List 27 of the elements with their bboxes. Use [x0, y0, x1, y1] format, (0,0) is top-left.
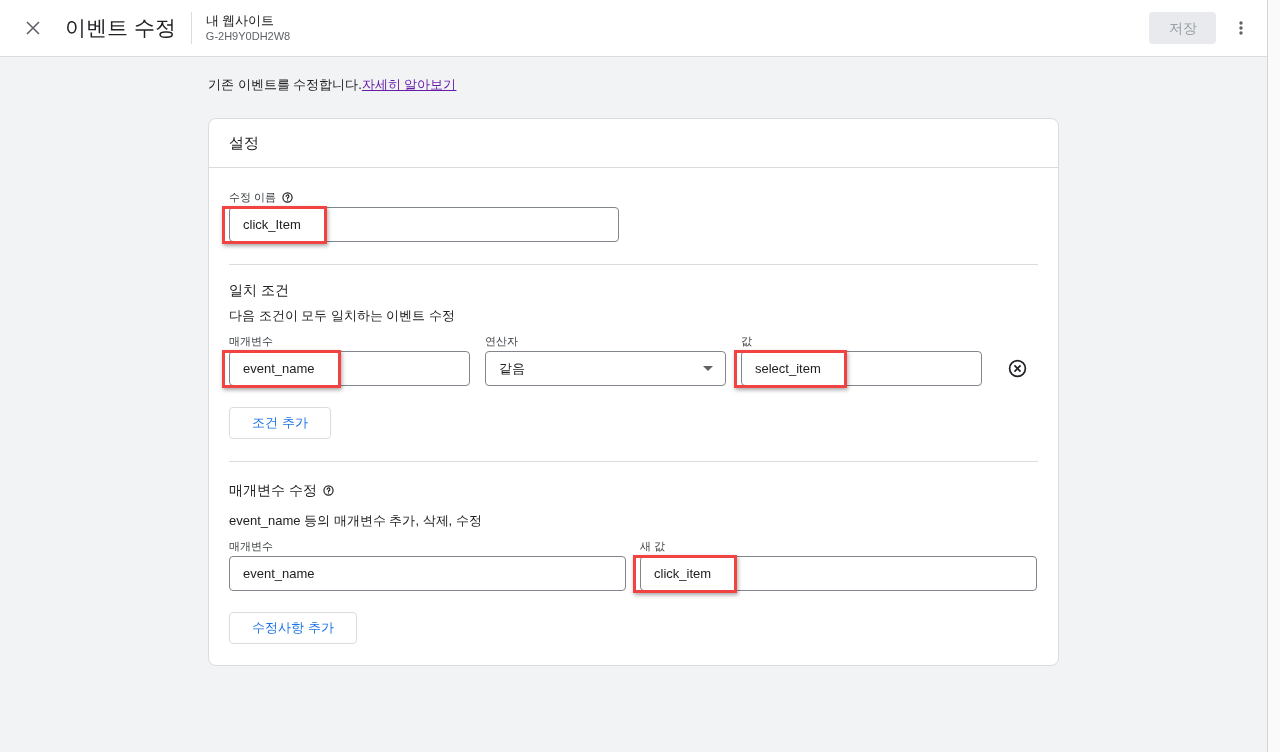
page-title: 이벤트 수정 — [65, 15, 176, 41]
remove-circle-icon — [1007, 358, 1027, 378]
field-label: 매개변수 — [229, 334, 273, 348]
field-label: 매개변수 — [229, 539, 273, 553]
field-label: 수정 이름 — [229, 190, 277, 204]
field-label: 연산자 — [485, 334, 518, 348]
card-title: 설정 — [229, 133, 259, 153]
remove-condition-button[interactable] — [1007, 358, 1027, 378]
learn-more-link[interactable]: 자세히 알아보기 — [361, 77, 457, 92]
property-id: G-2H9Y0DH2W8 — [205, 29, 291, 44]
add-button[interactable]: 수정사항 추가 — [229, 612, 357, 644]
intro-text: 기존 이벤트를 수정합니다.자세히 알아보기 — [208, 76, 457, 94]
field-label: 값 — [741, 334, 752, 348]
help-icon[interactable] — [282, 191, 294, 203]
section-title: 매개변수 수정 — [229, 481, 317, 500]
help-icon[interactable] — [322, 484, 334, 496]
select-field[interactable]: 같음 — [485, 351, 726, 386]
property-name: 내 웹사이트 — [205, 12, 275, 29]
more-vertical-icon — [1239, 21, 1243, 35]
field-label: 새 값 — [640, 539, 666, 553]
input-field[interactable]: event_name — [229, 556, 626, 591]
section-description: event_name 등의 매개변수 추가, 삭제, 수정 — [229, 512, 482, 530]
section-title: 일치 조건 — [229, 281, 289, 300]
add-button[interactable]: 조건 추가 — [229, 407, 331, 439]
caret-icon — [703, 366, 713, 371]
close-icon — [26, 21, 40, 35]
section-description: 다음 조건이 모두 일치하는 이벤트 수정 — [229, 307, 456, 325]
